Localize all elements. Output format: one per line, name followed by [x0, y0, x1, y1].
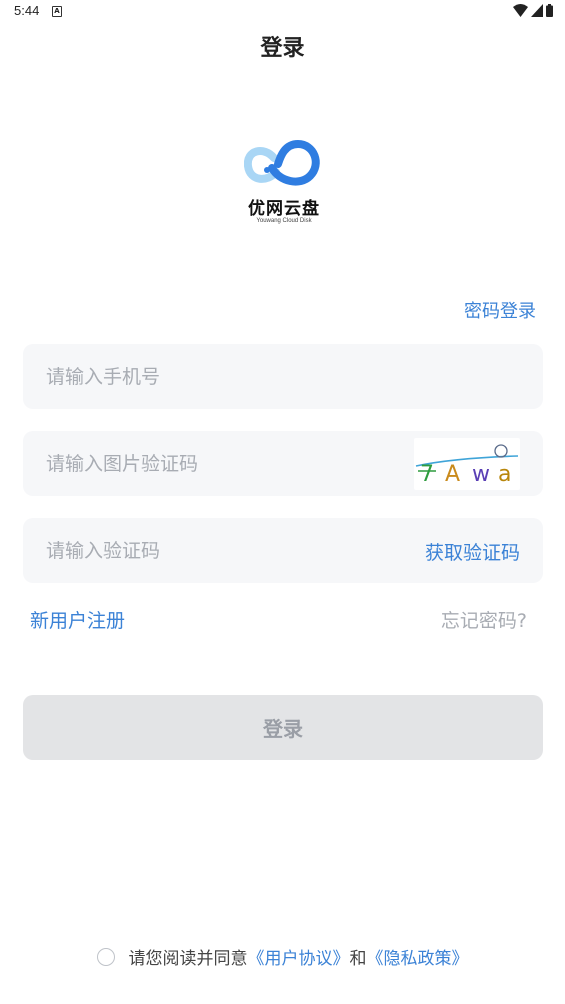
captcha-image[interactable]: 7 A w a [414, 438, 520, 490]
register-link[interactable]: 新用户注册 [30, 606, 125, 633]
page-title: 登录 [260, 36, 305, 61]
signal-icon [531, 4, 543, 17]
notification-icon: A [52, 6, 62, 17]
captcha-char: w [472, 462, 490, 487]
app-logo: 优网云盘 Youwang Cloud Disk [244, 138, 324, 234]
sms-code-field: 获取验证码 [23, 518, 543, 583]
captcha-field: 7 A w a [23, 431, 543, 496]
get-code-button[interactable]: 获取验证码 [425, 538, 520, 565]
logo-name: 优网云盘 [248, 199, 320, 219]
agreement-checkbox[interactable] [96, 947, 115, 966]
captcha-char: 7 [420, 462, 434, 487]
status-time: 5:44 [14, 3, 40, 18]
user-agreement-link[interactable]: 《用户协议》 [248, 944, 350, 969]
agreement-row: 请您阅读并同意 《用户协议》 和 《隐私政策》 [0, 944, 565, 969]
captcha-char: a [498, 462, 511, 487]
battery-icon [546, 4, 553, 17]
login-button[interactable]: 登录 [23, 695, 543, 760]
phone-input[interactable] [23, 344, 543, 409]
forgot-password-link[interactable]: 忘记密码? [441, 606, 527, 633]
privacy-policy-link[interactable]: 《隐私政策》 [367, 944, 469, 969]
status-bar: 5:44 A [0, 0, 565, 24]
agreement-and: 和 [349, 949, 367, 969]
agreement-prefix: 请您阅读并同意 [128, 949, 248, 969]
wifi-icon [513, 4, 528, 17]
cloud-logo-icon [244, 139, 320, 186]
status-indicators [513, 4, 553, 17]
phone-field [23, 344, 543, 409]
password-login-link[interactable]: 密码登录 [464, 297, 536, 323]
captcha-char: A [445, 462, 460, 487]
logo-subtitle: Youwang Cloud Disk [256, 218, 312, 224]
